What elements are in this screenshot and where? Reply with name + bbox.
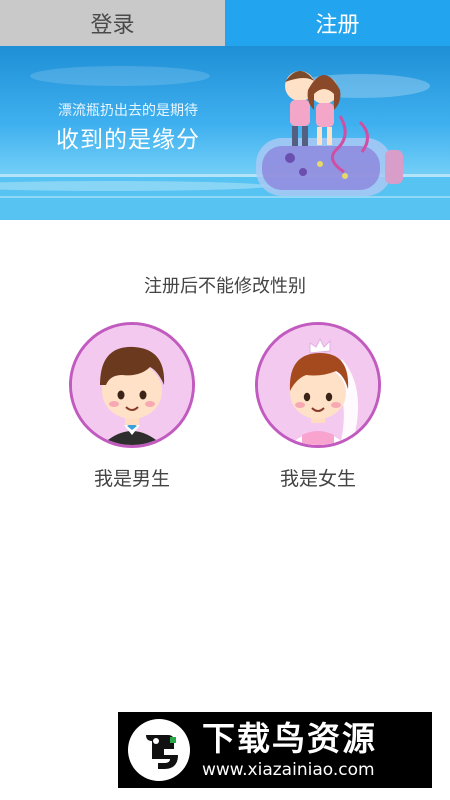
gender-notice: 注册后不能修改性别 <box>144 276 306 297</box>
female-label: 我是女生 <box>279 468 356 490</box>
banner: 漂流瓶扔出去的是期待 收到的是缘分 <box>0 46 450 220</box>
bird-logo-icon <box>128 719 190 781</box>
tab-bar: 登录 注册 <box>0 0 450 46</box>
banner-title: 收到的是缘分 <box>56 127 200 153</box>
girl-avatar-icon <box>255 322 381 448</box>
watermark-url: www.xiazainiao.com <box>202 760 375 780</box>
male-label: 我是男生 <box>93 468 170 490</box>
watermark-title: 下载鸟资源 <box>202 719 377 758</box>
female-option[interactable]: 我是女生 <box>255 322 381 491</box>
watermark: 下载鸟资源 www.xiazainiao.com <box>118 712 432 788</box>
tab-register[interactable]: 注册 <box>225 0 450 46</box>
tab-login[interactable]: 登录 <box>0 0 225 46</box>
register-page: 登录 注册 漂流瓶扔出去的是期待 收到的是缘分 注册后不能修改性别 我是男生 我… <box>0 0 450 800</box>
male-option[interactable]: 我是男生 <box>69 322 195 491</box>
boy-avatar-icon <box>69 322 195 448</box>
banner-subtitle: 漂流瓶扔出去的是期待 <box>58 103 198 119</box>
couple-icon <box>285 71 341 146</box>
